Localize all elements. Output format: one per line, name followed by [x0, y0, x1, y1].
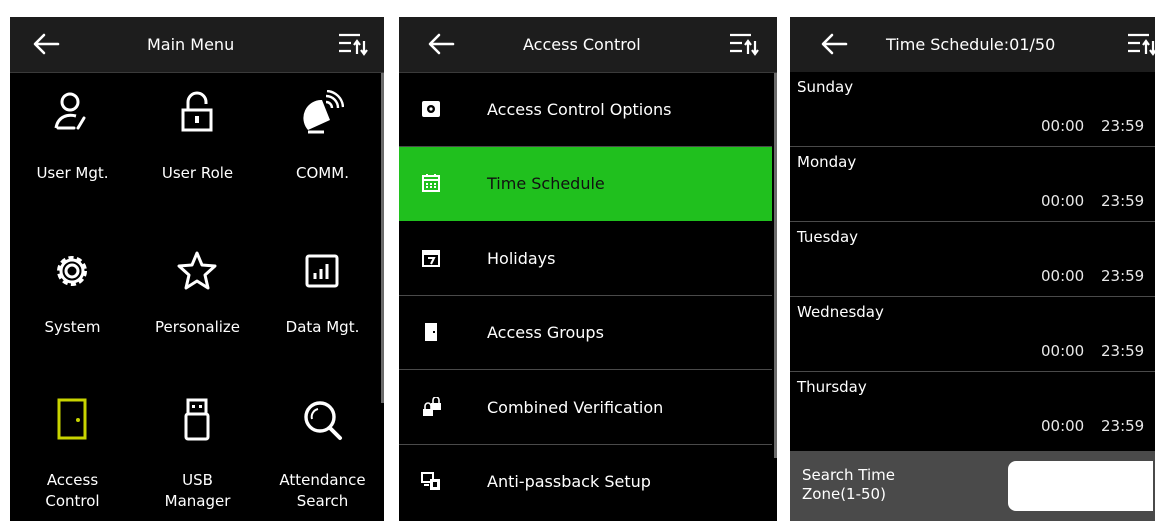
- main-menu-screen: Main Menu User Mgt. User Role COMM. Syst…: [10, 17, 384, 521]
- time-schedule-header: Time Schedule:01/50: [790, 17, 1155, 72]
- chart-icon: [305, 254, 339, 288]
- list-item-access-groups[interactable]: Access Groups: [399, 296, 772, 370]
- end-time: 23:59: [1101, 267, 1145, 285]
- list-item-anti-passback-setup[interactable]: Anti-passback Setup: [399, 445, 772, 518]
- menu-item-label: System: [44, 318, 101, 336]
- time-schedule-screen: Time Schedule:01/50 Sunday 00:00 23:59 M…: [790, 17, 1155, 521]
- combined-locks-icon: [423, 397, 441, 416]
- list-item-label: Time Schedule: [487, 174, 605, 193]
- menu-item-label: User Mgt.: [36, 164, 109, 182]
- menu-item-data-mgt[interactable]: Data Mgt.: [260, 249, 384, 349]
- day-label: Monday: [797, 153, 857, 171]
- user-icon: [54, 92, 86, 130]
- list-item-label: Access Control Options: [487, 100, 672, 119]
- search-time-zone-bar: Search Time Zone(1-50): [790, 451, 1155, 521]
- options-icon: [422, 101, 440, 117]
- list-item-label: Anti-passback Setup: [487, 472, 651, 491]
- list-item-label: Holidays: [487, 249, 556, 268]
- menu-item-label: Attendance Search: [279, 471, 366, 510]
- menu-item-label: COMM.: [296, 164, 349, 182]
- schedule-row-monday[interactable]: Monday 00:00 23:59: [790, 147, 1155, 222]
- menu-sort-icon[interactable]: [336, 29, 370, 59]
- list-item-label: Combined Verification: [487, 398, 664, 417]
- menu-item-user-role[interactable]: User Role: [135, 90, 260, 190]
- start-time: 00:00: [1041, 267, 1085, 285]
- search-time-zone-label: Search Time Zone(1-50): [802, 466, 896, 503]
- menu-item-label: User Role: [161, 164, 234, 182]
- menu-item-attendance-search[interactable]: Attendance Search: [260, 397, 384, 521]
- back-arrow-icon[interactable]: [818, 29, 850, 59]
- holiday-calendar-icon: [422, 250, 440, 267]
- menu-item-label: Access Control: [45, 471, 100, 510]
- start-time: 00:00: [1041, 117, 1085, 135]
- page-title: Time Schedule:01/50: [886, 35, 1056, 54]
- list-item-access-control-options[interactable]: Access Control Options: [399, 73, 772, 147]
- day-label: Sunday: [797, 78, 854, 96]
- star-icon: [177, 251, 217, 290]
- menu-item-personalize[interactable]: Personalize: [135, 249, 260, 349]
- menu-item-usb-manager[interactable]: USB Manager: [135, 397, 260, 521]
- list-item-time-schedule[interactable]: Time Schedule: [399, 147, 772, 221]
- end-time: 23:59: [1101, 117, 1145, 135]
- day-label: Thursday: [797, 378, 867, 396]
- menu-sort-icon[interactable]: [727, 29, 761, 59]
- menu-item-system[interactable]: System: [10, 249, 135, 349]
- search-icon: [304, 401, 342, 440]
- menu-item-label: Personalize: [154, 318, 241, 336]
- door-icon: [57, 398, 87, 440]
- menu-sort-icon[interactable]: [1125, 29, 1155, 59]
- access-control-screen: Access Control Access Control Options Ti…: [399, 17, 777, 521]
- day-label: Tuesday: [797, 228, 859, 246]
- end-time: 23:59: [1101, 192, 1145, 210]
- list-item-holidays[interactable]: Holidays: [399, 222, 772, 296]
- start-time: 00:00: [1041, 417, 1085, 435]
- menu-item-label: Data Mgt.: [285, 318, 360, 336]
- gear-icon: [57, 256, 87, 286]
- satellite-icon: [303, 90, 344, 134]
- lock-icon: [181, 91, 213, 132]
- back-arrow-icon[interactable]: [425, 29, 457, 59]
- end-time: 23:59: [1101, 417, 1145, 435]
- page-title: Access Control: [523, 35, 641, 54]
- schedule-row-wednesday[interactable]: Wednesday 00:00 23:59: [790, 297, 1155, 372]
- usb-icon: [184, 398, 210, 441]
- day-label: Wednesday: [797, 303, 884, 321]
- group-door-icon: [425, 323, 437, 341]
- menu-item-user-mgt[interactable]: User Mgt.: [10, 90, 135, 190]
- schedule-row-sunday[interactable]: Sunday 00:00 23:59: [790, 72, 1155, 147]
- scrollbar[interactable]: [774, 73, 777, 458]
- calendar-icon: [422, 174, 440, 192]
- menu-item-comm[interactable]: COMM.: [260, 90, 384, 190]
- anti-passback-icon: [421, 472, 440, 490]
- main-menu-header: Main Menu: [10, 17, 384, 73]
- schedule-row-tuesday[interactable]: Tuesday 00:00 23:59: [790, 222, 1155, 297]
- page-title: Main Menu: [147, 35, 235, 54]
- menu-item-label: USB Manager: [164, 471, 231, 510]
- start-time: 00:00: [1041, 192, 1085, 210]
- start-time: 00:00: [1041, 342, 1085, 360]
- access-control-header: Access Control: [399, 17, 777, 73]
- menu-item-access-control[interactable]: Access Control: [10, 397, 135, 521]
- search-time-zone-input[interactable]: [1008, 461, 1153, 511]
- list-item-combined-verification[interactable]: Combined Verification: [399, 371, 772, 445]
- back-arrow-icon[interactable]: [30, 29, 62, 59]
- end-time: 23:59: [1101, 342, 1145, 360]
- schedule-row-thursday[interactable]: Thursday 00:00 23:59: [790, 372, 1155, 446]
- list-item-label: Access Groups: [487, 323, 604, 342]
